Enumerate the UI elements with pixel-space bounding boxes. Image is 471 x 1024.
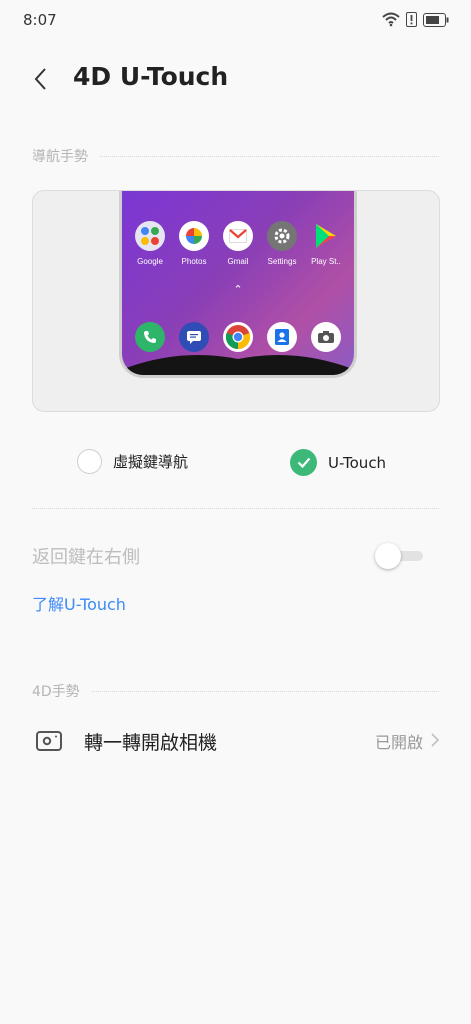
section-title: 導航手勢 — [32, 149, 88, 165]
app-label: Google — [137, 257, 163, 266]
section-divider — [91, 690, 439, 692]
setting-value: 已開啟 — [374, 733, 423, 752]
app-label: Gmail — [227, 257, 249, 266]
toggle-thumb — [375, 543, 401, 569]
photos-icon — [179, 221, 209, 251]
back-key-right-label: 返回鍵在右側 — [32, 547, 140, 568]
radio-button-unchecked[interactable] — [77, 449, 102, 474]
dock-messages — [174, 322, 214, 352]
back-key-right-toggle[interactable] — [375, 543, 423, 569]
google-folder-icon — [135, 221, 165, 251]
section-header-nav-gesture: 導航手勢 — [32, 146, 439, 166]
camera-gesture-row[interactable]: 轉一轉開啟相機 已開啟 — [32, 720, 440, 762]
section-divider — [100, 155, 439, 157]
app-photos: Photos — [174, 221, 214, 266]
learn-u-touch-link[interactable]: 了解U-Touch — [32, 591, 126, 615]
dock-camera — [306, 322, 346, 352]
chevron-right-icon — [431, 732, 440, 751]
setting-label: 轉一轉開啟相機 — [84, 731, 218, 754]
divider — [32, 508, 439, 509]
chevron-up-icon: ⌃ — [233, 283, 243, 296]
phone-icon — [135, 322, 165, 352]
dock-contacts — [262, 322, 302, 352]
settings-icon — [267, 221, 297, 251]
status-time: 8:07 — [23, 11, 57, 29]
section-header-4d-gesture: 4D手勢 — [32, 681, 439, 701]
messages-icon — [179, 322, 209, 352]
app-label: Photos — [181, 257, 207, 266]
page-title: 4D U-Touch — [73, 62, 229, 91]
camera-rotate-icon — [32, 726, 66, 756]
contacts-icon — [267, 322, 297, 352]
phone-preview: Google Photos Gmail Settings Play St.. ⌃ — [119, 191, 357, 378]
app-label: Settings — [267, 257, 297, 266]
status-bar: 8:07 — [0, 0, 471, 40]
back-button[interactable] — [26, 63, 54, 95]
radio-label: U-Touch — [328, 453, 387, 472]
camera-icon — [311, 322, 341, 352]
dock-phone — [130, 322, 170, 352]
radio-label: 虛擬鍵導航 — [113, 453, 189, 471]
app-gmail: Gmail — [218, 221, 258, 266]
gmail-icon — [223, 221, 253, 251]
radio-u-touch[interactable]: U-Touch — [290, 449, 386, 476]
chrome-icon — [223, 322, 253, 352]
back-arrow-icon — [34, 68, 46, 90]
gesture-preview-card: Google Photos Gmail Settings Play St.. ⌃ — [32, 190, 440, 412]
wifi-icon — [382, 12, 400, 31]
section-title: 4D手勢 — [32, 684, 80, 700]
app-label: Play St.. — [311, 257, 341, 266]
play-store-icon — [311, 221, 341, 251]
battery-icon — [423, 12, 449, 31]
gesture-bar-shape — [122, 355, 354, 375]
app-google: Google — [130, 221, 170, 266]
app-play-store: Play St.. — [306, 221, 346, 266]
dock-chrome — [218, 322, 258, 352]
alert-icon — [406, 12, 417, 31]
radio-virtual-keys[interactable]: 虛擬鍵導航 — [77, 449, 188, 474]
app-settings: Settings — [262, 221, 302, 266]
checkmark-icon[interactable] — [290, 449, 317, 476]
